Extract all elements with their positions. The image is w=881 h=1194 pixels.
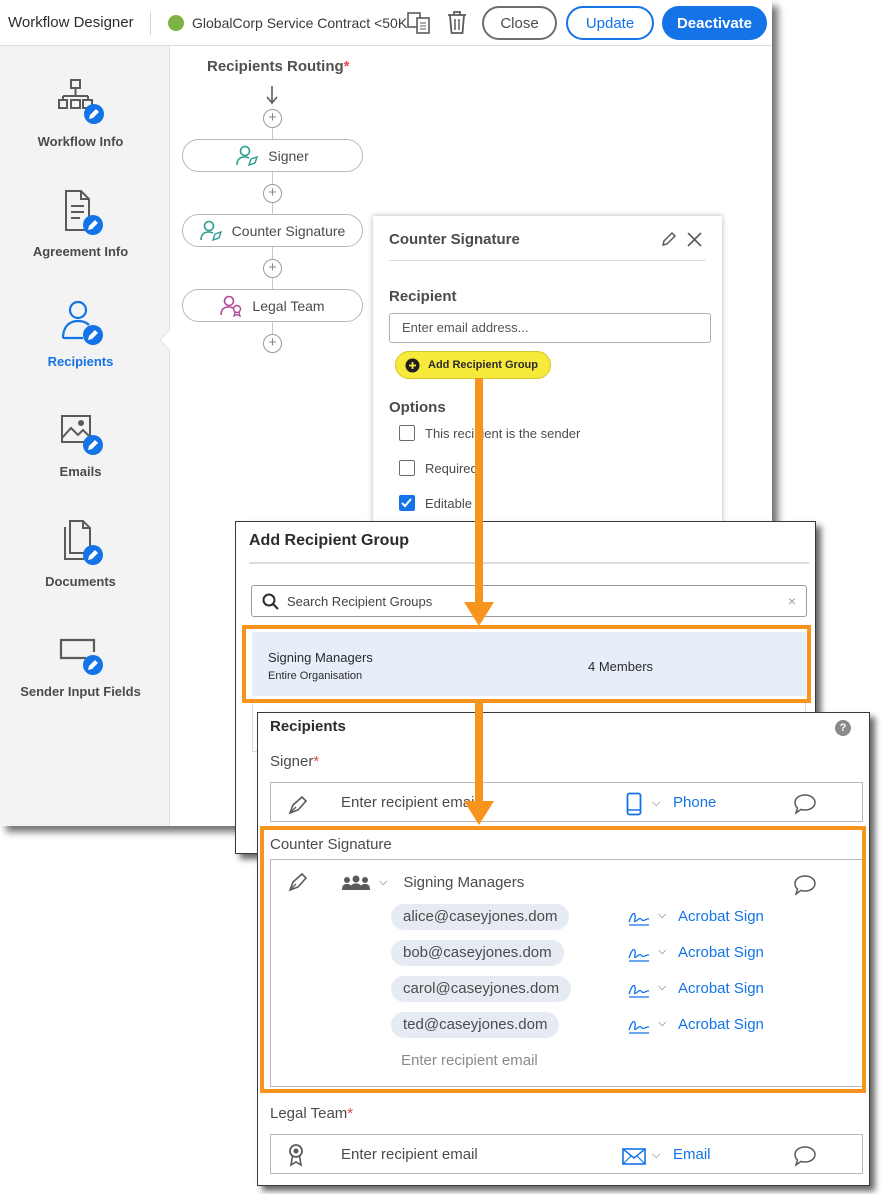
- chevron-down-icon[interactable]: ⌵: [652, 797, 660, 810]
- option-required[interactable]: Required: [399, 460, 478, 476]
- annotation-arrow-head: [464, 602, 494, 626]
- sidebar-item-documents[interactable]: Documents: [0, 518, 170, 618]
- close-button[interactable]: Close: [482, 6, 557, 40]
- signer-icon: [199, 220, 224, 242]
- signer-icon: [236, 145, 260, 167]
- award-icon: [287, 1143, 305, 1167]
- sidebar-item-label: Emails: [59, 464, 102, 479]
- documents-icon: [56, 518, 106, 568]
- document-edit-icon: [56, 188, 106, 238]
- comment-icon[interactable]: [793, 793, 817, 815]
- sidebar-item-sender-input-fields[interactable]: Sender Input Fields: [0, 628, 170, 728]
- annotation-arrow-head: [464, 801, 494, 825]
- sidebar-item-label: Workflow Info: [37, 134, 124, 149]
- image-icon: [56, 408, 106, 458]
- pen-icon: [287, 793, 309, 815]
- search-groups-input[interactable]: Search Recipient Groups ×: [251, 585, 807, 617]
- auth-method-select[interactable]: Email: [673, 1146, 711, 1163]
- header-bar: Workflow Designer GlobalCorp Service Con…: [0, 0, 772, 46]
- user-icon: [56, 298, 106, 348]
- sidebar-item-workflow-info[interactable]: Workflow Info: [0, 78, 170, 178]
- workflow-name: GlobalCorp Service Contract <50K: [192, 15, 408, 31]
- search-icon: [262, 593, 279, 610]
- panel-divider: [389, 260, 706, 261]
- chevron-down-icon[interactable]: ⌵: [652, 1149, 660, 1162]
- pencil-icon[interactable]: [661, 231, 677, 247]
- input-field-icon: [56, 628, 106, 678]
- deactivate-button[interactable]: Deactivate: [662, 6, 767, 40]
- recipient-label: Recipient: [389, 288, 457, 305]
- highlight-group-row: [242, 625, 811, 703]
- sidebar-item-label: Recipients: [47, 354, 114, 369]
- add-step-button[interactable]: +: [263, 184, 282, 203]
- signer-label: Signer*: [270, 753, 320, 770]
- update-button[interactable]: Update: [566, 6, 654, 40]
- email-icon: [622, 1148, 646, 1165]
- routing-node-legal-team[interactable]: Legal Team: [182, 289, 363, 322]
- checkbox-checked[interactable]: [399, 495, 415, 511]
- clear-icon[interactable]: ×: [788, 593, 796, 609]
- header-divider: [150, 12, 151, 35]
- routing-node-counter-signature[interactable]: Counter Signature: [182, 214, 363, 247]
- seal-icon: [220, 295, 244, 317]
- add-step-button[interactable]: +: [263, 109, 282, 128]
- close-icon[interactable]: [686, 231, 703, 248]
- routing-node-signer[interactable]: Signer: [182, 139, 363, 172]
- signer-email-input[interactable]: Enter recipient email: [341, 794, 478, 811]
- counter-signature-panel: Counter Signature Recipient Enter email …: [373, 216, 722, 536]
- sidebar-item-label: Documents: [45, 574, 116, 589]
- auth-method-select[interactable]: Phone: [673, 794, 716, 811]
- option-sender[interactable]: This recipient is the sender: [399, 425, 580, 441]
- annotation-arrow: [475, 378, 483, 604]
- sidebar-item-label: Sender Input Fields: [20, 684, 141, 699]
- highlight-counter-signature: [260, 826, 866, 1093]
- status-dot: [168, 15, 184, 31]
- routing-title: Recipients Routing*: [207, 58, 350, 75]
- annotation-arrow: [475, 703, 483, 803]
- phone-icon: [626, 792, 642, 816]
- recipient-email-input[interactable]: Enter email address...: [389, 313, 711, 343]
- add-step-button[interactable]: +: [263, 259, 282, 278]
- sidebar-item-recipients[interactable]: Recipients: [0, 298, 170, 398]
- dialog-divider: [249, 562, 809, 564]
- app-title: Workflow Designer: [8, 14, 134, 31]
- copy-icon[interactable]: [406, 10, 432, 36]
- trash-icon[interactable]: [445, 10, 469, 36]
- workflow-icon: [56, 78, 106, 128]
- comment-icon[interactable]: [793, 1145, 817, 1167]
- checkbox[interactable]: [399, 425, 415, 441]
- sidebar-item-label: Agreement Info: [32, 244, 129, 259]
- legal-team-row: Enter recipient email ⌵ Email: [270, 1134, 863, 1174]
- panel-title: Counter Signature: [389, 231, 520, 248]
- checkbox[interactable]: [399, 460, 415, 476]
- legal-email-input[interactable]: Enter recipient email: [341, 1146, 478, 1163]
- add-step-button[interactable]: +: [263, 334, 282, 353]
- help-icon[interactable]: ?: [835, 720, 851, 736]
- options-label: Options: [389, 399, 446, 416]
- option-editable[interactable]: Editable: [399, 495, 472, 511]
- sidebar: Workflow Info Agreement Info Recipients …: [0, 46, 179, 826]
- add-recipient-group-button[interactable]: Add Recipient Group: [395, 351, 551, 379]
- form-title: Recipients: [270, 718, 346, 735]
- add-circle-icon: [405, 358, 420, 373]
- sidebar-item-agreement-info[interactable]: Agreement Info: [0, 188, 170, 288]
- sidebar-item-emails[interactable]: Emails: [0, 408, 170, 508]
- dialog-title: Add Recipient Group: [249, 532, 409, 549]
- legal-team-label: Legal Team*: [270, 1105, 354, 1122]
- signer-row: Enter recipient email ⌵ Phone: [270, 782, 863, 822]
- arrow-down-icon: [265, 85, 279, 105]
